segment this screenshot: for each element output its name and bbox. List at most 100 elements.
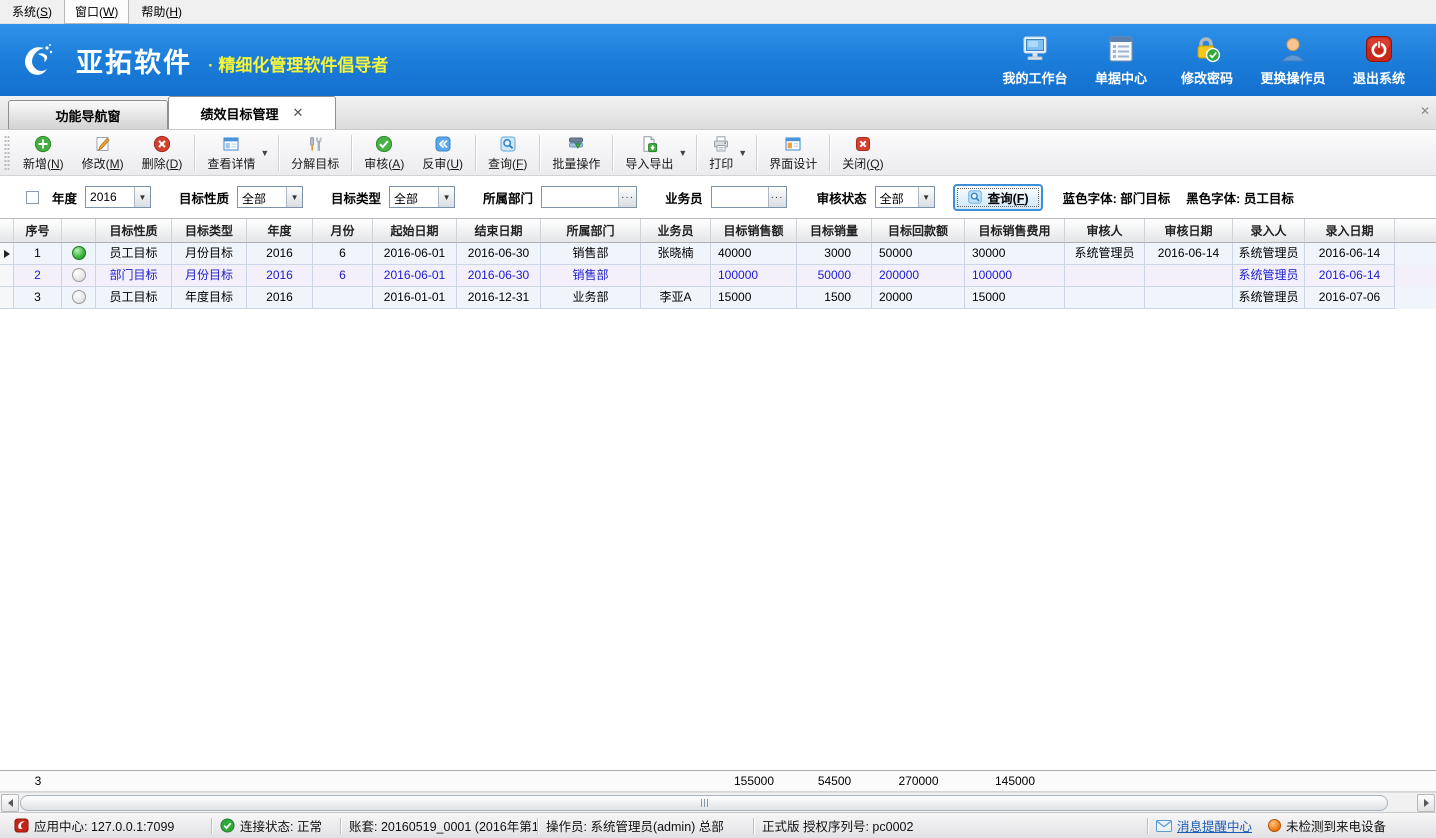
chevron-down-icon[interactable]: ▼	[918, 187, 934, 207]
cell-month[interactable]: 6	[313, 265, 373, 287]
chevron-down-icon[interactable]: ▼	[134, 187, 150, 207]
cell-start[interactable]: 2016-01-01	[373, 287, 457, 309]
cell-type[interactable]: 月份目标	[172, 243, 247, 265]
cell-month[interactable]	[313, 287, 373, 309]
column-header-creator[interactable]: 录入人	[1233, 219, 1305, 242]
cell-audit_date[interactable]: 2016-06-14	[1145, 243, 1233, 265]
tab-nav-window[interactable]: 功能导航窗	[8, 100, 168, 129]
delete-button[interactable]: 删除(D)	[133, 132, 192, 174]
cell-seq[interactable]: 1	[14, 243, 62, 265]
nav-change-password[interactable]: 修改密码	[1164, 33, 1250, 87]
cell-auditor[interactable]	[1065, 287, 1145, 309]
cell-expense[interactable]: 100000	[965, 265, 1065, 287]
cell-receivable[interactable]: 20000	[872, 287, 965, 309]
cell-expense[interactable]: 30000	[965, 243, 1065, 265]
cell-dept[interactable]: 业务部	[541, 287, 641, 309]
table-row[interactable]: 2 部门目标月份目标201662016-06-012016-06-30销售部 100…	[0, 265, 1436, 287]
ui-design-button[interactable]: 界面设计	[760, 132, 826, 174]
column-header-sales_qty[interactable]: 目标销量	[797, 219, 872, 242]
cell-end[interactable]: 2016-06-30	[457, 243, 541, 265]
nature-select[interactable]: 全部 ▼	[237, 186, 303, 208]
column-header-nature[interactable]: 目标性质	[96, 219, 172, 242]
horizontal-scrollbar[interactable]	[0, 792, 1436, 812]
cell-year[interactable]: 2016	[247, 265, 313, 287]
column-header-expense[interactable]: 目标销售费用	[965, 219, 1065, 242]
cell-auditor[interactable]: 系统管理员	[1065, 243, 1145, 265]
import-export-dropdown-icon[interactable]: ▼	[678, 148, 687, 158]
menu-system[interactable]: 系统(S)	[2, 0, 62, 23]
toolbar-grip[interactable]	[4, 135, 10, 171]
column-header-receivable[interactable]: 目标回款额	[872, 219, 965, 242]
cell-dept[interactable]: 销售部	[541, 243, 641, 265]
cell-dept[interactable]: 销售部	[541, 265, 641, 287]
cell-nature[interactable]: 部门目标	[96, 265, 172, 287]
cell-month[interactable]: 6	[313, 243, 373, 265]
cell-start[interactable]: 2016-06-01	[373, 265, 457, 287]
column-header-salesman[interactable]: 业务员	[641, 219, 711, 242]
nav-document-center[interactable]: 单据中心	[1078, 33, 1164, 87]
cell-receivable[interactable]: 50000	[872, 243, 965, 265]
cell-create_date[interactable]: 2016-07-06	[1305, 287, 1395, 309]
salesman-input[interactable]	[712, 187, 768, 207]
cell-audit_date[interactable]	[1145, 265, 1233, 287]
cell-type[interactable]: 月份目标	[172, 265, 247, 287]
view-details-button[interactable]: 查看详情	[198, 132, 264, 174]
column-header-dept[interactable]: 所属部门	[541, 219, 641, 242]
cell-nature[interactable]: 员工目标	[96, 243, 172, 265]
cell-sales_qty[interactable]: 3000	[797, 243, 872, 265]
query-button[interactable]: 查询(F)	[479, 132, 536, 174]
unapprove-button[interactable]: 反审(U)	[413, 132, 472, 174]
ellipsis-icon[interactable]: ···	[768, 187, 786, 207]
decompose-target-button[interactable]: 分解目标	[282, 132, 348, 174]
cell-end[interactable]: 2016-06-30	[457, 265, 541, 287]
filter-query-button[interactable]: 查询(F)	[953, 184, 1043, 211]
message-center-link[interactable]: 消息提醒中心	[1148, 816, 1260, 835]
details-dropdown-icon[interactable]: ▼	[260, 148, 269, 158]
print-dropdown-icon[interactable]: ▼	[738, 148, 747, 158]
year-checkbox[interactable]	[26, 191, 39, 204]
cell-indicator[interactable]	[0, 265, 14, 287]
nav-switch-operator[interactable]: 更换操作员	[1250, 33, 1336, 87]
column-header-start[interactable]: 起始日期	[373, 219, 457, 242]
scrollbar-thumb[interactable]	[20, 795, 1388, 811]
cell-audit_date[interactable]	[1145, 287, 1233, 309]
cell-sales_qty[interactable]: 50000	[797, 265, 872, 287]
import-export-button[interactable]: 导入导出	[616, 132, 682, 174]
tab-performance-targets[interactable]: 绩效目标管理 ✕	[168, 96, 336, 129]
cell-salesman[interactable]: 李亚A	[641, 287, 711, 309]
column-header-seq[interactable]: 序号	[14, 219, 62, 242]
nav-exit-system[interactable]: 退出系统	[1336, 33, 1422, 87]
cell-type[interactable]: 年度目标	[172, 287, 247, 309]
cell-creator[interactable]: 系统管理员	[1233, 265, 1305, 287]
cell-start[interactable]: 2016-06-01	[373, 243, 457, 265]
cell-status[interactable]	[62, 287, 96, 309]
cell-indicator[interactable]	[0, 243, 14, 265]
table-row[interactable]: 3员工目标年度目标20162016-01-012016-12-31业务部李亚A1…	[0, 287, 1436, 309]
edit-button[interactable]: 修改(M)	[73, 132, 133, 174]
column-header-auditor[interactable]: 审核人	[1065, 219, 1145, 242]
department-input[interactable]	[542, 187, 618, 207]
column-header-indicator[interactable]	[0, 219, 14, 242]
cell-sales_amt[interactable]: 100000	[711, 265, 797, 287]
print-button[interactable]: 打印	[700, 132, 742, 174]
cell-status[interactable]	[62, 265, 96, 287]
cell-receivable[interactable]: 200000	[872, 265, 965, 287]
cell-seq[interactable]: 2	[14, 265, 62, 287]
column-header-status[interactable]	[62, 219, 96, 242]
cell-creator[interactable]: 系统管理员	[1233, 287, 1305, 309]
audit-status-select[interactable]: 全部 ▼	[875, 186, 935, 208]
cell-create_date[interactable]: 2016-06-14	[1305, 243, 1395, 265]
cell-seq[interactable]: 3	[14, 287, 62, 309]
menu-window[interactable]: 窗口(W)	[64, 0, 129, 24]
chevron-down-icon[interactable]: ▼	[438, 187, 454, 207]
type-select[interactable]: 全部 ▼	[389, 186, 455, 208]
column-header-end[interactable]: 结束日期	[457, 219, 541, 242]
cell-auditor[interactable]	[1065, 265, 1145, 287]
cell-end[interactable]: 2016-12-31	[457, 287, 541, 309]
scroll-right-icon[interactable]	[1417, 794, 1435, 812]
column-header-month[interactable]: 月份	[313, 219, 373, 242]
column-header-audit_date[interactable]: 审核日期	[1145, 219, 1233, 242]
scroll-left-icon[interactable]	[1, 794, 19, 812]
cell-sales_amt[interactable]: 15000	[711, 287, 797, 309]
cell-expense[interactable]: 15000	[965, 287, 1065, 309]
